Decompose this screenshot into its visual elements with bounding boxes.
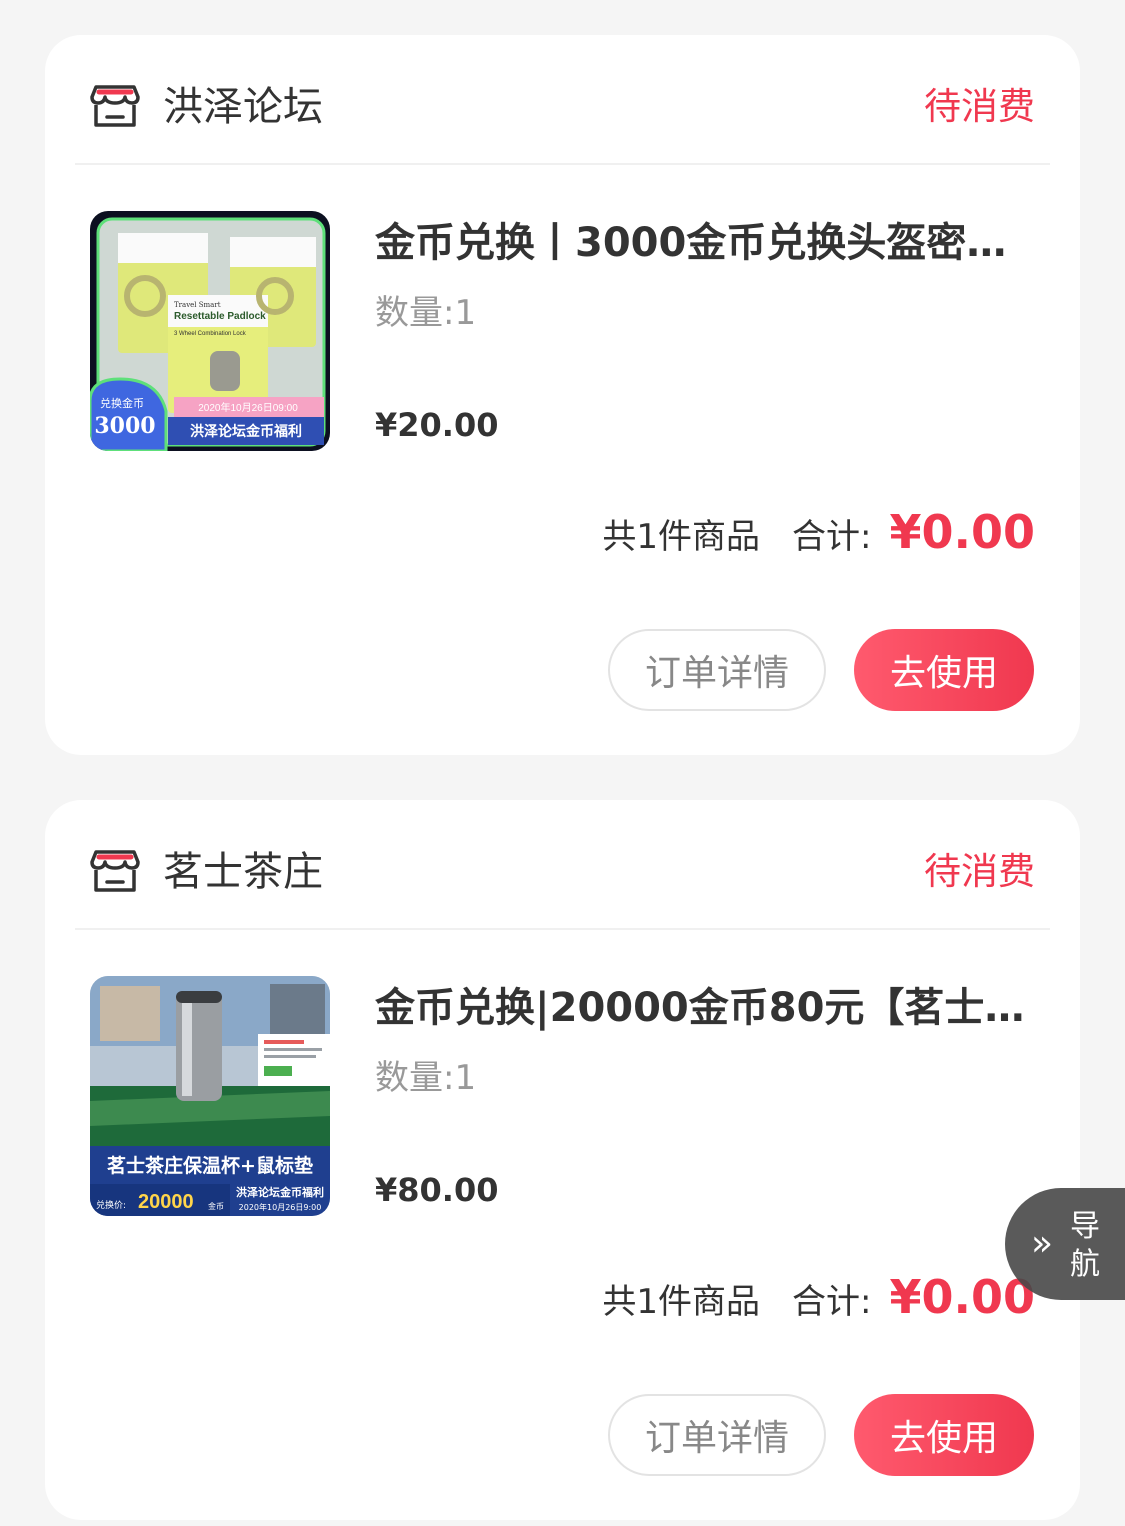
quantity: 数量:1 bbox=[375, 1058, 477, 1098]
order-card-header: 茗士茶庄 待消费 bbox=[75, 800, 1050, 930]
nav-label: 导航 bbox=[1070, 1209, 1100, 1282]
order-status: 待消费 bbox=[924, 850, 1035, 893]
image-product-sub: 3 Wheel Combination Lock bbox=[174, 331, 247, 337]
order-list-page: 洪泽论坛 待消费 Travel Smart Resettable Padlock… bbox=[0, 0, 1125, 1526]
image-price-label: 兑换价: bbox=[96, 1199, 126, 1211]
order-card: 洪泽论坛 待消费 Travel Smart Resettable Padlock… bbox=[45, 35, 1080, 755]
shop-icon bbox=[90, 850, 140, 892]
use-button[interactable]: 去使用 bbox=[854, 1394, 1034, 1476]
image-unit: 金币 bbox=[208, 1201, 224, 1211]
image-date: 2020年10月26日09:00 bbox=[198, 401, 298, 414]
order-card-header: 洪泽论坛 待消费 bbox=[75, 35, 1050, 165]
total-amount: ¥0.00 bbox=[889, 1270, 1035, 1324]
unit-price: ¥20.00 bbox=[375, 406, 499, 444]
order-summary: 共1件商品 合计: ¥0.00 bbox=[602, 1270, 1035, 1330]
quantity: 数量:1 bbox=[375, 293, 477, 333]
total-label: 合计: bbox=[792, 517, 872, 557]
image-product-name: Resettable Padlock bbox=[174, 311, 266, 322]
image-headline: 茗士茶庄保温杯+鼠标垫 bbox=[107, 1154, 313, 1177]
shop-name[interactable]: 茗士茶庄 bbox=[163, 846, 323, 898]
item-count: 共1件商品 bbox=[602, 1282, 761, 1322]
order-card: 茗士茶庄 待消费 茗士茶庄保温杯+鼠标垫 兑换价: 20000 金币 洪泽论坛金… bbox=[45, 800, 1080, 1520]
order-status: 待消费 bbox=[924, 85, 1035, 128]
product-image[interactable]: Travel Smart Resettable Padlock 3 Wheel … bbox=[90, 211, 330, 451]
double-chevron-right-icon: » bbox=[1031, 1223, 1054, 1264]
image-date: 2020年10月26日9:00 bbox=[239, 1202, 322, 1212]
shop-name[interactable]: 洪泽论坛 bbox=[163, 81, 323, 133]
product-title[interactable]: 金币兑换丨3000金币兑换头盔密码锁 bbox=[375, 215, 1025, 271]
order-summary: 共1件商品 合计: ¥0.00 bbox=[602, 505, 1035, 565]
shop-icon bbox=[90, 85, 140, 127]
order-detail-button[interactable]: 订单详情 bbox=[608, 1394, 826, 1476]
order-detail-button[interactable]: 订单详情 bbox=[608, 629, 826, 711]
image-banner: 洪泽论坛金币福利 bbox=[236, 1185, 324, 1199]
floating-nav-button[interactable]: » 导航 bbox=[1005, 1188, 1125, 1300]
total-label: 合计: bbox=[792, 1282, 872, 1322]
item-count: 共1件商品 bbox=[602, 517, 761, 557]
total-amount: ¥0.00 bbox=[889, 505, 1035, 559]
product-title[interactable]: 金币兑换|20000金币80元【茗士茶庄保温杯+鼠标垫】 bbox=[375, 980, 1025, 1036]
unit-price: ¥80.00 bbox=[375, 1171, 499, 1209]
product-image[interactable]: 茗士茶庄保温杯+鼠标垫 兑换价: 20000 金币 洪泽论坛金币福利 2020年… bbox=[90, 976, 330, 1216]
image-badge-label: 兑换金币 bbox=[100, 396, 144, 410]
image-badge-value: 3000 bbox=[94, 413, 155, 439]
image-banner: 洪泽论坛金币福利 bbox=[190, 423, 302, 440]
use-button[interactable]: 去使用 bbox=[854, 629, 1034, 711]
image-price-value: 20000 bbox=[138, 1191, 194, 1213]
image-brand: Travel Smart bbox=[174, 301, 221, 309]
